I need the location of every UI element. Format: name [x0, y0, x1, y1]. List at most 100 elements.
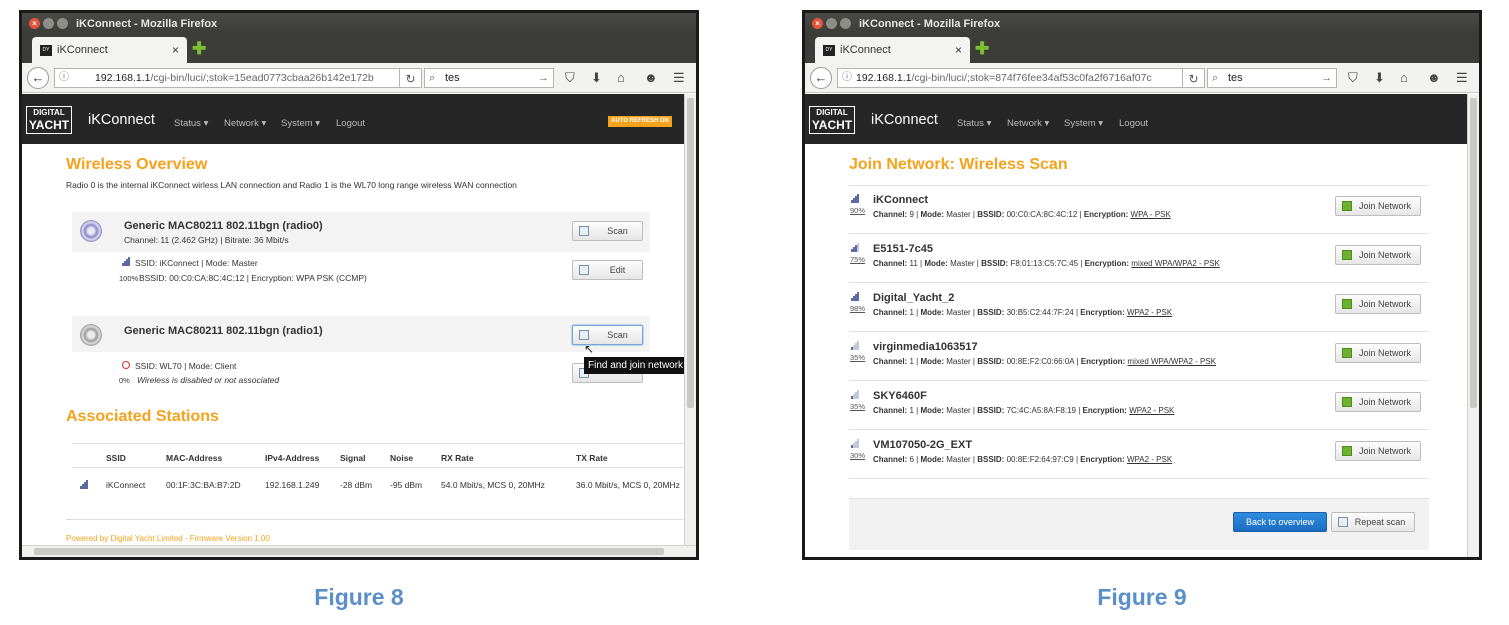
- station-signal: -28 dBm: [340, 480, 373, 490]
- close-window-icon[interactable]: ×: [812, 18, 823, 29]
- network-name: iKConnect: [873, 194, 928, 206]
- title-bar: × iKConnect - Mozilla Firefox: [805, 13, 1479, 35]
- home-icon[interactable]: ⌂: [1400, 70, 1408, 86]
- station-noise: -95 dBm: [390, 480, 423, 490]
- back-arrow-icon[interactable]: ←: [810, 67, 832, 89]
- digital-yacht-logo[interactable]: DIGITAL YACHT: [809, 106, 855, 134]
- station-mac: 00:1F:3C:BA:B7:2D: [166, 480, 241, 490]
- browser-window-fig9: × iKConnect - Mozilla Firefox DY iKConne…: [802, 10, 1482, 560]
- radio0-signal-pct: 100%: [119, 274, 139, 283]
- brand-title[interactable]: iKConnect: [871, 112, 938, 128]
- luci-header: DIGITAL YACHT iKConnect Status ▾ Network …: [805, 94, 1467, 144]
- radio1-scan-button[interactable]: Scan: [572, 325, 643, 345]
- network-name: virginmedia1063517: [873, 341, 978, 353]
- join-network-button[interactable]: Join Network: [1335, 245, 1421, 265]
- menu-network[interactable]: Network ▾: [224, 118, 266, 129]
- search-go-icon[interactable]: →: [1321, 69, 1332, 87]
- minimize-window-icon[interactable]: [43, 18, 54, 29]
- menu-status[interactable]: Status ▾: [174, 118, 208, 129]
- url-bar[interactable]: ⓘ 192.168.1.1/cgi-bin/luci/;stok=874f76f…: [837, 68, 1183, 88]
- browser-window-fig8: × iKConnect - Mozilla Firefox DY iKConne…: [19, 10, 699, 560]
- luci-header: DIGITAL YACHT iKConnect Status ▾ Network …: [22, 94, 684, 144]
- repeat-scan-button[interactable]: Repeat scan: [1331, 512, 1415, 532]
- footer-line: [66, 519, 684, 520]
- search-input[interactable]: ⌕ tes →: [1207, 68, 1337, 88]
- network-details: Channel: 11 | Mode: Master | BSSID: F8:0…: [873, 259, 1220, 268]
- wireless-scan-title: Join Network: Wireless Scan: [849, 156, 1068, 173]
- scan-icon: [579, 330, 589, 340]
- menu-logout[interactable]: Logout: [336, 118, 365, 129]
- radio0-ssid: SSID: iKConnect | Mode: Master: [135, 258, 258, 268]
- radio1-title: Generic MAC80211 802.11bgn (radio1): [124, 325, 323, 337]
- vertical-scrollbar[interactable]: [1467, 94, 1479, 557]
- menu-logout[interactable]: Logout: [1119, 118, 1148, 129]
- menu-status[interactable]: Status ▾: [957, 118, 991, 129]
- chat-icon[interactable]: ☻: [1427, 70, 1441, 86]
- join-network-button[interactable]: Join Network: [1335, 441, 1421, 461]
- search-value: tes: [1228, 72, 1243, 84]
- tab-close-icon[interactable]: ×: [955, 43, 962, 57]
- join-icon: [1342, 201, 1352, 211]
- tab-close-icon[interactable]: ×: [172, 43, 179, 57]
- pocket-icon[interactable]: ⛉: [565, 70, 575, 86]
- new-tab-icon[interactable]: ✚: [192, 40, 206, 57]
- menu-icon[interactable]: ☰: [673, 70, 685, 86]
- table-header-line: [72, 467, 684, 468]
- radio0-panel: [72, 212, 650, 252]
- join-network-button[interactable]: Join Network: [1335, 343, 1421, 363]
- search-go-icon[interactable]: →: [538, 69, 549, 87]
- col-signal: Signal: [340, 453, 366, 463]
- vertical-scrollbar[interactable]: [684, 94, 696, 545]
- reload-icon[interactable]: ↻: [400, 68, 422, 88]
- browser-tab[interactable]: DY iKConnect ×: [815, 37, 970, 63]
- download-icon[interactable]: ⬇: [1374, 70, 1385, 86]
- horizontal-scrollbar[interactable]: [22, 545, 696, 557]
- maximize-window-icon[interactable]: [840, 18, 851, 29]
- url-bar[interactable]: ⓘ 192.168.1.1/cgi-bin/luci/;stok=15ead07…: [54, 68, 400, 88]
- close-window-icon[interactable]: ×: [29, 18, 40, 29]
- signal-icon: [122, 257, 131, 266]
- signal-percent: 75%: [850, 255, 866, 264]
- back-to-overview-button[interactable]: Back to overview: [1233, 512, 1327, 532]
- maximize-window-icon[interactable]: [57, 18, 68, 29]
- browser-tab[interactable]: DY iKConnect ×: [32, 37, 187, 63]
- join-network-button[interactable]: Join Network: [1335, 294, 1421, 314]
- back-arrow-icon[interactable]: ←: [27, 67, 49, 89]
- network-name: E5151-7c45: [873, 243, 933, 255]
- row-separator: [849, 478, 1429, 479]
- join-network-button[interactable]: Join Network: [1335, 196, 1421, 216]
- signal-percent: 35%: [850, 353, 866, 362]
- download-icon[interactable]: ⬇: [591, 70, 602, 86]
- brand-title[interactable]: iKConnect: [88, 112, 155, 128]
- menu-network[interactable]: Network ▾: [1007, 118, 1049, 129]
- reload-icon[interactable]: ↻: [1183, 68, 1205, 88]
- home-icon[interactable]: ⌂: [617, 70, 625, 86]
- signal-percent: 35%: [850, 402, 866, 411]
- overview-description: Radio 0 is the internal iKConnect wirles…: [66, 180, 517, 190]
- search-icon: ⌕: [429, 72, 436, 84]
- site-info-icon[interactable]: ⓘ: [842, 69, 852, 87]
- row-separator: [849, 233, 1429, 234]
- network-name: SKY6460F: [873, 390, 927, 402]
- menu-system[interactable]: System ▾: [1064, 118, 1103, 129]
- join-network-button[interactable]: Join Network: [1335, 392, 1421, 412]
- col-noise: Noise: [390, 453, 414, 463]
- new-tab-icon[interactable]: ✚: [975, 40, 989, 57]
- radio0-scan-button[interactable]: Scan: [572, 221, 643, 241]
- auto-refresh-badge[interactable]: AUTO REFRESH ON: [608, 116, 672, 127]
- signal-icon: [851, 243, 860, 252]
- pocket-icon[interactable]: ⛉: [1348, 70, 1358, 86]
- radio0-edit-button[interactable]: Edit: [572, 260, 643, 280]
- minimize-window-icon[interactable]: [826, 18, 837, 29]
- scan-icon: [1338, 517, 1348, 527]
- search-input[interactable]: ⌕ tes →: [424, 68, 554, 88]
- menu-system[interactable]: System ▾: [281, 118, 320, 129]
- menu-icon[interactable]: ☰: [1456, 70, 1468, 86]
- signal-icon: [851, 390, 860, 399]
- favicon-icon: DY: [823, 45, 835, 56]
- tooltip: Find and join network: [584, 357, 684, 374]
- col-tx: TX Rate: [576, 453, 608, 463]
- chat-icon[interactable]: ☻: [644, 70, 658, 86]
- site-info-icon[interactable]: ⓘ: [59, 69, 69, 87]
- digital-yacht-logo[interactable]: DIGITAL YACHT: [26, 106, 72, 134]
